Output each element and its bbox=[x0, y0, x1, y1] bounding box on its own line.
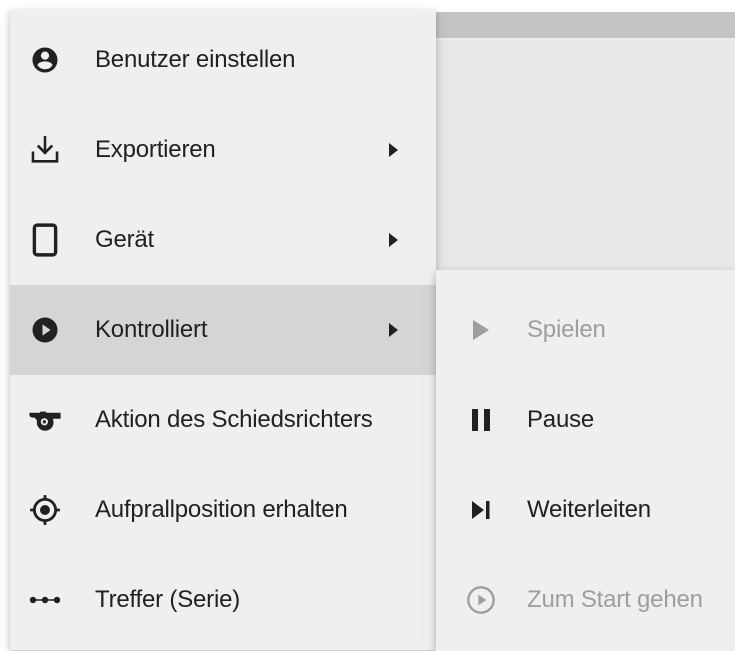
dots-series-icon bbox=[25, 580, 65, 620]
submenu-arrow-icon bbox=[389, 143, 398, 157]
submenu-item-label: Spielen bbox=[527, 316, 606, 343]
smartphone-icon bbox=[25, 220, 65, 260]
menu-item-label: Gerät bbox=[95, 226, 155, 253]
submenu-item-spielen[interactable]: Spielen bbox=[436, 285, 735, 375]
submenu-arrow-icon bbox=[389, 323, 398, 337]
submenu-item-label: Weiterleiten bbox=[527, 496, 651, 523]
submenu-item-label: Pause bbox=[527, 406, 595, 433]
submenu-item-label: Zum Start gehen bbox=[527, 586, 703, 613]
skip-next-icon bbox=[461, 490, 501, 530]
menu-item-kontrolliert[interactable]: Kontrolliert bbox=[10, 285, 436, 375]
submenu-arrow-icon bbox=[389, 233, 398, 247]
submenu-item-weiterleiten[interactable]: Weiterleiten bbox=[436, 465, 735, 555]
gps-target-icon bbox=[25, 490, 65, 530]
submenu-item-zum-start-gehen[interactable]: Zum Start gehen bbox=[436, 555, 735, 645]
menu-item-treffer-serie[interactable]: Treffer (Serie) bbox=[10, 555, 436, 645]
menu-item-label: Exportieren bbox=[95, 136, 216, 163]
menu-item-benutzer-einstellen[interactable]: Benutzer einstellen bbox=[10, 15, 436, 105]
menu-item-label: Aktion des Schiedsrichters bbox=[95, 406, 373, 433]
menu-item-label: Benutzer einstellen bbox=[95, 46, 296, 73]
menu-item-aktion-des-schiedsrichters[interactable]: Aktion des Schiedsrichters bbox=[10, 375, 436, 465]
background-toolbar bbox=[436, 12, 735, 38]
play-circle-outline-icon bbox=[461, 580, 501, 620]
context-menu: Benutzer einstellen Exportieren Gerät Ko… bbox=[10, 10, 436, 650]
background-divider bbox=[436, 38, 735, 40]
menu-item-aufprallposition-erhalten[interactable]: Aufprallposition erhalten bbox=[10, 465, 436, 555]
submenu-kontrolliert: Spielen Pause Weiterleiten Zum Start geh… bbox=[436, 270, 735, 651]
play-icon bbox=[461, 310, 501, 350]
play-circle-icon bbox=[25, 310, 65, 350]
pause-icon bbox=[461, 400, 501, 440]
whistle-icon bbox=[25, 400, 65, 440]
submenu-item-pause[interactable]: Pause bbox=[436, 375, 735, 465]
menu-item-label: Kontrolliert bbox=[95, 316, 208, 343]
menu-item-label: Treffer (Serie) bbox=[95, 586, 241, 613]
menu-item-geraet[interactable]: Gerät bbox=[10, 195, 436, 285]
menu-item-label: Aufprallposition erhalten bbox=[95, 496, 348, 523]
background-panel bbox=[436, 12, 735, 272]
account-circle-icon bbox=[25, 40, 65, 80]
menu-item-exportieren[interactable]: Exportieren bbox=[10, 105, 436, 195]
download-icon bbox=[25, 130, 65, 170]
